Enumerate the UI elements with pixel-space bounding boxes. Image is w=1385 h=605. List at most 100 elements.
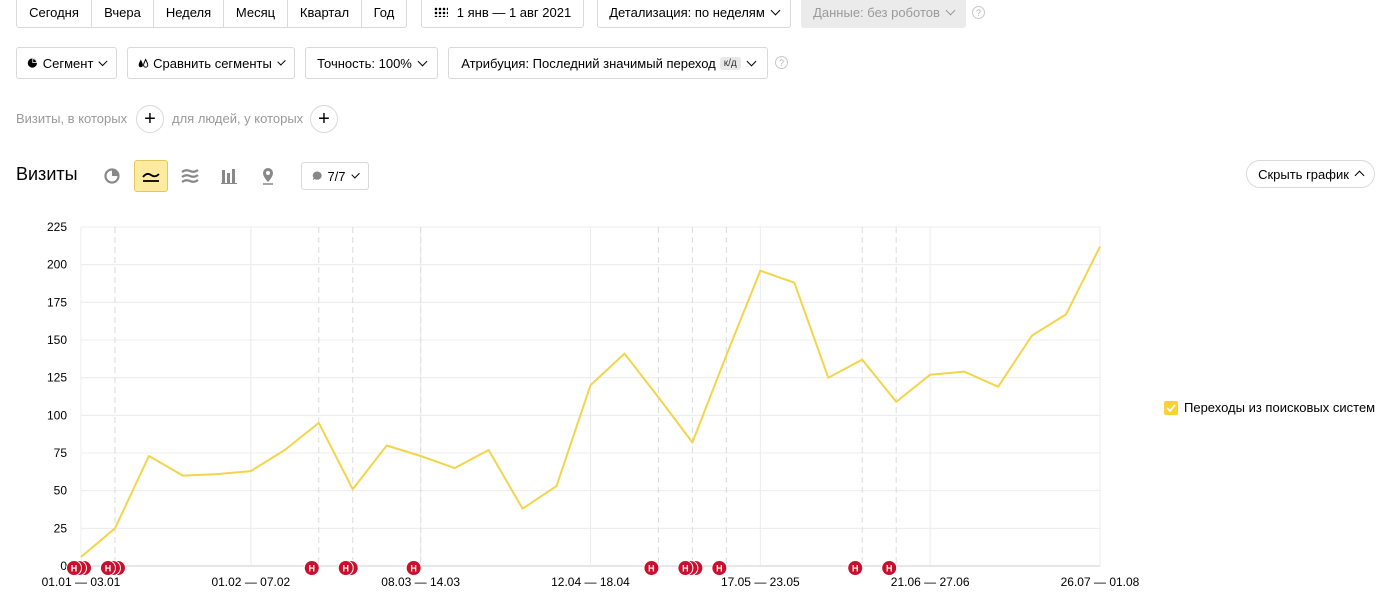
- note-marker[interactable]: Н: [66, 560, 92, 576]
- y-axis: 0255075100125150175200225: [47, 220, 67, 573]
- detail-dropdown[interactable]: Детализация: по неделям: [597, 0, 791, 28]
- chart-legend[interactable]: Переходы из поисковых систем: [1164, 400, 1375, 415]
- legend-checkbox[interactable]: [1164, 400, 1178, 415]
- legend-label: Переходы из поисковых систем: [1184, 400, 1376, 415]
- y-tick-label: 50: [54, 484, 68, 498]
- note-label: Н: [716, 564, 723, 574]
- chevron-down-icon: [350, 169, 360, 179]
- map-pin-icon: [263, 168, 273, 185]
- chart-type-area-button[interactable]: [173, 160, 207, 192]
- x-tick-label: 12.04 — 18.04: [551, 575, 630, 589]
- period-week-label: Неделя: [165, 4, 212, 20]
- note-label: Н: [410, 564, 417, 574]
- period-year-button[interactable]: Год: [361, 0, 407, 28]
- pie-chart-icon: [27, 58, 37, 68]
- chart-notes: НННННННННН: [66, 560, 898, 576]
- comment-icon: [312, 171, 322, 181]
- note-label: Н: [886, 564, 893, 574]
- compare-label: Сравнить сегменты: [153, 55, 272, 71]
- period-month-label: Месяц: [235, 4, 276, 20]
- drops-icon: [138, 58, 149, 68]
- period-quarter-button[interactable]: Квартал: [287, 0, 362, 28]
- check-icon: [1166, 403, 1176, 412]
- period-yesterday-button[interactable]: Вчера: [91, 0, 154, 28]
- date-range-label: 1 янв — 1 авг 2021: [456, 4, 572, 20]
- chart-type-pie-button[interactable]: [95, 160, 129, 192]
- x-tick-label: 21.06 — 27.06: [891, 575, 970, 589]
- y-tick-label: 150: [47, 333, 67, 347]
- segment-dropdown[interactable]: Сегмент: [16, 47, 117, 79]
- chart-type-bar-button[interactable]: [212, 160, 246, 192]
- date-range-button[interactable]: 1 янв — 1 авг 2021: [421, 0, 584, 28]
- note-marker[interactable]: Н: [303, 560, 320, 576]
- filter-people-label: для людей, у которых: [172, 111, 304, 126]
- note-marker[interactable]: Н: [643, 560, 660, 576]
- chevron-down-icon: [770, 5, 781, 15]
- chart-type-map-button[interactable]: [251, 160, 285, 192]
- calendar-icon: [433, 7, 448, 17]
- x-tick-label: 01.02 — 07.02: [211, 575, 290, 589]
- x-axis: 01.01 — 03.01 01.02 — 07.02 08.03 — 14.03 1…: [42, 575, 1140, 589]
- chevron-down-icon: [277, 56, 286, 66]
- notes-count: 7/7: [327, 168, 346, 184]
- y-tick-label: 200: [47, 258, 67, 272]
- period-today-button[interactable]: Сегодня: [16, 0, 92, 28]
- pie-chart-icon: [104, 168, 120, 184]
- note-label: Н: [105, 564, 112, 574]
- note-label: Н: [648, 564, 655, 574]
- period-yesterday-label: Вчера: [104, 4, 141, 20]
- help-icon[interactable]: ?: [972, 6, 985, 19]
- note-label: Н: [682, 564, 689, 574]
- chevron-down-icon: [746, 56, 757, 66]
- add-people-condition-button[interactable]: +: [310, 105, 338, 133]
- note-label: Н: [342, 564, 349, 574]
- attribution-dropdown[interactable]: Атрибуция: Последний значимый переход к/…: [448, 47, 768, 79]
- note-marker[interactable]: Н: [847, 560, 864, 576]
- note-marker[interactable]: Н: [711, 560, 728, 576]
- plus-icon: +: [318, 108, 330, 130]
- compare-segments-dropdown[interactable]: Сравнить сегменты: [127, 47, 295, 79]
- filter-visits-label: Визиты, в которых: [16, 111, 128, 126]
- x-tick-label: 26.07 — 01.08: [1061, 575, 1140, 589]
- chart-vertical-lines: [114, 227, 931, 566]
- add-visit-condition-button[interactable]: +: [136, 105, 164, 133]
- note-label: Н: [309, 564, 316, 574]
- detail-label: Детализация: по неделям: [609, 4, 765, 20]
- stacked-area-icon: [181, 169, 199, 183]
- visits-line-chart: 0255075100125150175200225 01.01 — 03.01 0…: [42, 220, 1140, 589]
- x-tick-label: 17.05 — 23.05: [721, 575, 800, 589]
- segment-label: Сегмент: [42, 55, 94, 71]
- x-tick-label: 08.03 — 14.03: [381, 575, 460, 589]
- line-chart-icon: [142, 172, 160, 182]
- plus-icon: +: [144, 108, 156, 130]
- y-tick-label: 100: [47, 408, 67, 422]
- notes-dropdown[interactable]: 7/7: [301, 162, 369, 190]
- chart-type-line-button[interactable]: [134, 160, 168, 192]
- note-marker[interactable]: Н: [405, 560, 422, 576]
- note-marker[interactable]: Н: [881, 560, 898, 576]
- period-quarter-label: Квартал: [299, 4, 350, 20]
- note-marker[interactable]: Н: [99, 560, 126, 576]
- y-tick-label: 25: [54, 521, 68, 535]
- chevron-down-icon: [417, 56, 428, 66]
- help-icon[interactable]: ?: [775, 56, 788, 69]
- note-label: Н: [852, 564, 859, 574]
- data-filter-dropdown[interactable]: Данные: без роботов: [801, 0, 966, 28]
- note-marker[interactable]: Н: [677, 560, 704, 576]
- section-title: Визиты: [16, 164, 78, 184]
- period-week-button[interactable]: Неделя: [153, 0, 224, 28]
- attribution-badge: к/д: [719, 56, 741, 70]
- accuracy-dropdown[interactable]: Точность: 100%: [305, 47, 438, 79]
- period-today-label: Сегодня: [29, 4, 79, 20]
- note-marker[interactable]: Н: [337, 560, 359, 576]
- y-tick-label: 75: [54, 446, 68, 460]
- data-filter-label: Данные: без роботов: [813, 4, 940, 20]
- period-year-label: Год: [373, 4, 395, 20]
- chevron-down-icon: [98, 56, 108, 66]
- chevron-down-icon: [945, 5, 956, 15]
- attribution-label: Атрибуция: Последний значимый переход: [461, 55, 716, 71]
- period-month-button[interactable]: Месяц: [223, 0, 288, 28]
- hide-chart-label: Скрыть график: [1258, 166, 1349, 182]
- note-label: Н: [71, 564, 78, 574]
- hide-chart-button[interactable]: Скрыть график: [1246, 160, 1375, 188]
